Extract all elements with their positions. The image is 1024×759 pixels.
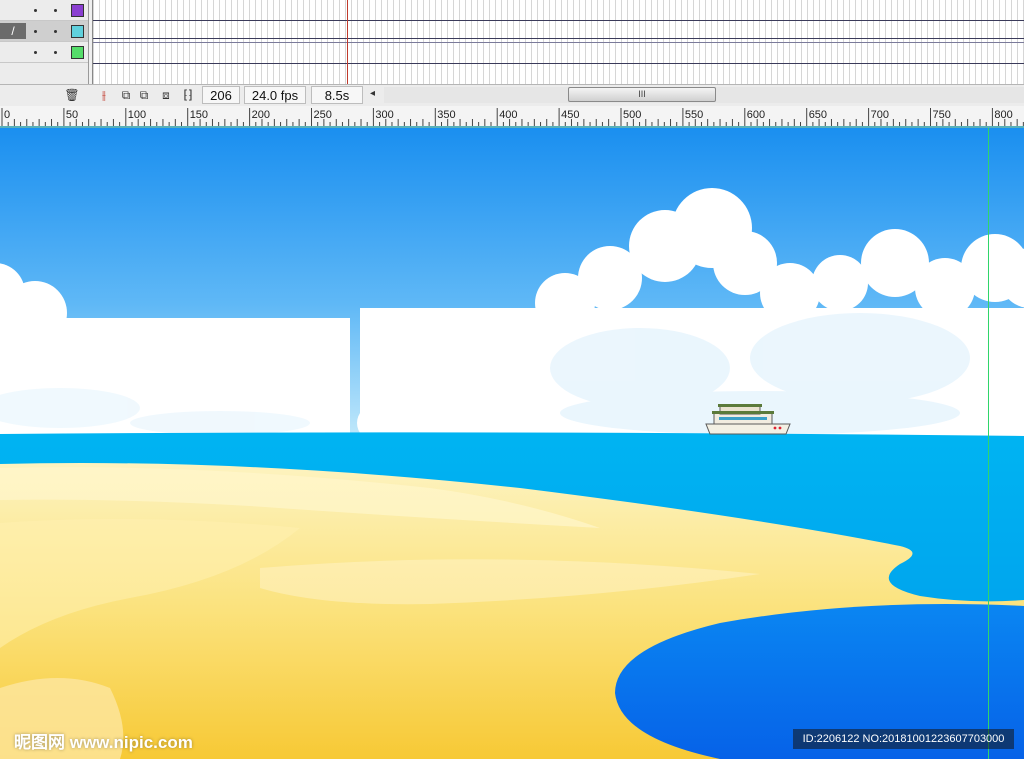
center-frame-icon[interactable]: ⫲ — [96, 88, 112, 103]
ruler-label: 500 — [623, 109, 641, 121]
stage-canvas[interactable] — [0, 128, 1024, 759]
ruler-label: 350 — [437, 109, 455, 121]
pencil-icon: / — [0, 23, 26, 39]
watermark-id: ID:2206122 NO:20181001223607703000 — [793, 729, 1014, 749]
layer-row-1[interactable] — [0, 0, 88, 21]
trash-icon[interactable]: 🗑 — [64, 88, 80, 103]
guide-line[interactable] — [988, 128, 989, 759]
visibility-dot[interactable] — [34, 30, 37, 33]
horizontal-ruler: 0 50 100 150 200 250 300 350 400 450 500 550 600 650 7… — [0, 106, 1024, 128]
ruler-label: 300 — [375, 109, 393, 121]
modify-markers-icon[interactable]: ⁅⁆ — [180, 88, 196, 103]
elapsed-time-field: 8.5s — [311, 86, 363, 104]
ruler-label: 200 — [252, 109, 270, 121]
ruler-label: 450 — [561, 109, 579, 121]
layer-list: / — [0, 0, 89, 84]
current-frame-field[interactable]: 206 — [202, 86, 240, 104]
edit-multiple-frames-icon[interactable]: ⧈ — [158, 88, 174, 103]
ruler-label: 600 — [747, 109, 765, 121]
ruler-ticks: 0 50 100 150 200 250 300 350 400 450 500 550 600 650 7… — [1, 108, 1024, 126]
frames-grid[interactable] — [92, 0, 1024, 84]
timeline-panel: / 🗑 ⫲ ⧉ ⧉ ⧈ ⁅⁆ 206 24.0 fps 8.5s ◂ III — [0, 0, 1024, 106]
ruler-label: 250 — [314, 109, 332, 121]
visibility-dot[interactable] — [34, 51, 37, 54]
layer-frame-span — [93, 20, 1024, 21]
layer-color-swatch[interactable] — [71, 46, 84, 59]
watermark-logo: 昵图网 www.nipic.com — [14, 733, 193, 752]
beach-scene — [0, 128, 1024, 759]
ruler-label: 750 — [933, 109, 951, 121]
lock-dot[interactable] — [54, 30, 57, 33]
frame-rate-field[interactable]: 24.0 fps — [244, 86, 306, 104]
layer-frame-span — [93, 38, 1024, 39]
ruler-label: 650 — [809, 109, 827, 121]
ruler-label: 50 — [66, 109, 78, 121]
ruler-label: 150 — [190, 109, 208, 121]
layer-row-3[interactable] — [0, 42, 88, 63]
visibility-dot[interactable] — [34, 9, 37, 12]
layer-color-swatch[interactable] — [71, 25, 84, 38]
onion-skin-icon[interactable]: ⧉ — [118, 88, 134, 103]
ruler-label: 550 — [685, 109, 703, 121]
ruler-label: 700 — [871, 109, 889, 121]
timeline-toolbar: 🗑 ⫲ ⧉ ⧉ ⧈ ⁅⁆ 206 24.0 fps 8.5s ◂ III — [0, 84, 1024, 106]
timeline-scrollbar-thumb[interactable]: III — [568, 87, 716, 102]
layer-color-swatch[interactable] — [71, 4, 84, 17]
lock-dot[interactable] — [54, 9, 57, 12]
layer-frame-span — [93, 63, 1024, 64]
layer-row-2[interactable]: / — [0, 21, 88, 42]
ruler-label: 100 — [128, 109, 146, 121]
onion-skin-outline-icon[interactable]: ⧉ — [136, 88, 152, 103]
flash-editor-window: / 🗑 ⫲ ⧉ ⧉ ⧈ ⁅⁆ 206 24.0 fps 8.5s ◂ III 0… — [0, 0, 1024, 759]
scroll-left-arrow-icon[interactable]: ◂ — [370, 88, 375, 99]
layer-frame-span — [93, 42, 1024, 43]
ruler-label: 0 — [4, 109, 10, 121]
ruler-label: 800 — [994, 109, 1012, 121]
ruler-label: 400 — [499, 109, 517, 121]
playhead-marker[interactable] — [347, 0, 348, 84]
lock-dot[interactable] — [54, 51, 57, 54]
